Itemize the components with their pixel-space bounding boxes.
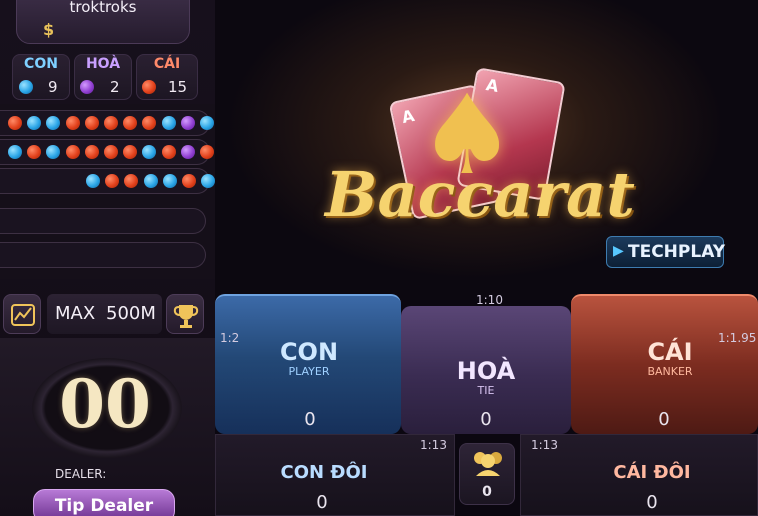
leaderboard-button[interactable] [166, 294, 204, 334]
road-bead-blue [86, 174, 100, 188]
road-bead-red [104, 116, 118, 130]
stat-hoa-label: HOÀ [85, 56, 121, 72]
player-label: CON [279, 338, 339, 366]
road-bead-red [84, 116, 99, 130]
road-bead-red [65, 116, 80, 130]
road-bead-purple [180, 116, 195, 130]
username: troktroks [69, 0, 137, 16]
road-bead-blue [143, 174, 158, 188]
dealer-label: DEALER: [55, 467, 107, 481]
road-bead-blue [161, 116, 176, 130]
balance-currency-symbol: $ [43, 20, 55, 39]
road-row-4 [0, 208, 206, 234]
banker-pair-label: CÁI ĐÔI [613, 462, 691, 483]
player-bet-amount: 0 [304, 409, 316, 430]
banker-bet-amount: 0 [658, 409, 670, 430]
play-triangle-icon: ▶ [613, 243, 624, 259]
road-bead-red [182, 174, 196, 188]
stat-hoa-dot-icon [80, 80, 94, 94]
road-bead-red [8, 116, 22, 130]
road-bead-red [65, 145, 80, 159]
trend-chart-icon [11, 304, 35, 326]
max-bet-value: 500M [106, 303, 156, 324]
stat-cai-label: CÁI [153, 56, 181, 72]
road-bead-blue [8, 145, 22, 159]
trophy-icon [173, 305, 199, 328]
chart-button[interactable] [3, 294, 41, 334]
stat-con-count: 9 [48, 78, 58, 96]
banker-label: CÁI [647, 338, 693, 366]
road-bead-red [200, 145, 214, 159]
stat-hoa-count: 2 [110, 78, 120, 96]
player-sublabel: PLAYER [288, 365, 330, 378]
tie-label: HOÀ [456, 357, 516, 385]
road-bead-red [104, 145, 118, 159]
stat-cai-count: 15 [168, 78, 188, 96]
techplay-brand: TECHPLAY [628, 242, 726, 262]
stat-cai-dot-icon [142, 80, 156, 94]
road-row-5 [0, 242, 206, 268]
stat-con-label: CON [24, 56, 58, 72]
tie-bet-amount: 0 [480, 409, 492, 430]
countdown-timer: 00 [59, 365, 151, 443]
stat-con-dot-icon [19, 80, 33, 94]
road-bead-blue [200, 116, 214, 130]
banker-pair-payout-ratio: 1:13 [531, 438, 558, 452]
players-count: 0 [482, 484, 492, 500]
tie-payout-ratio: 1:10 [476, 293, 503, 307]
player-pair-label: CON ĐÔI [280, 462, 368, 483]
road-bead-red [84, 145, 99, 159]
banker-pair-bet-amount: 0 [646, 492, 658, 513]
baccarat-logo: Baccarat [325, 158, 635, 231]
player-pair-bet-amount: 0 [316, 492, 328, 513]
player-pair-payout-ratio: 1:13 [420, 438, 447, 452]
road-bead-red [161, 145, 176, 159]
road-bead-purple [180, 145, 195, 159]
players-group-icon [474, 452, 502, 476]
banker-sublabel: BANKER [647, 365, 693, 378]
road-bead-blue [162, 174, 177, 188]
max-bet-label: MAX [55, 303, 96, 324]
tie-sublabel: TIE [477, 384, 495, 397]
player-payout-ratio: 1:2 [220, 331, 240, 345]
tip-dealer-label: Tip Dealer [54, 496, 154, 516]
